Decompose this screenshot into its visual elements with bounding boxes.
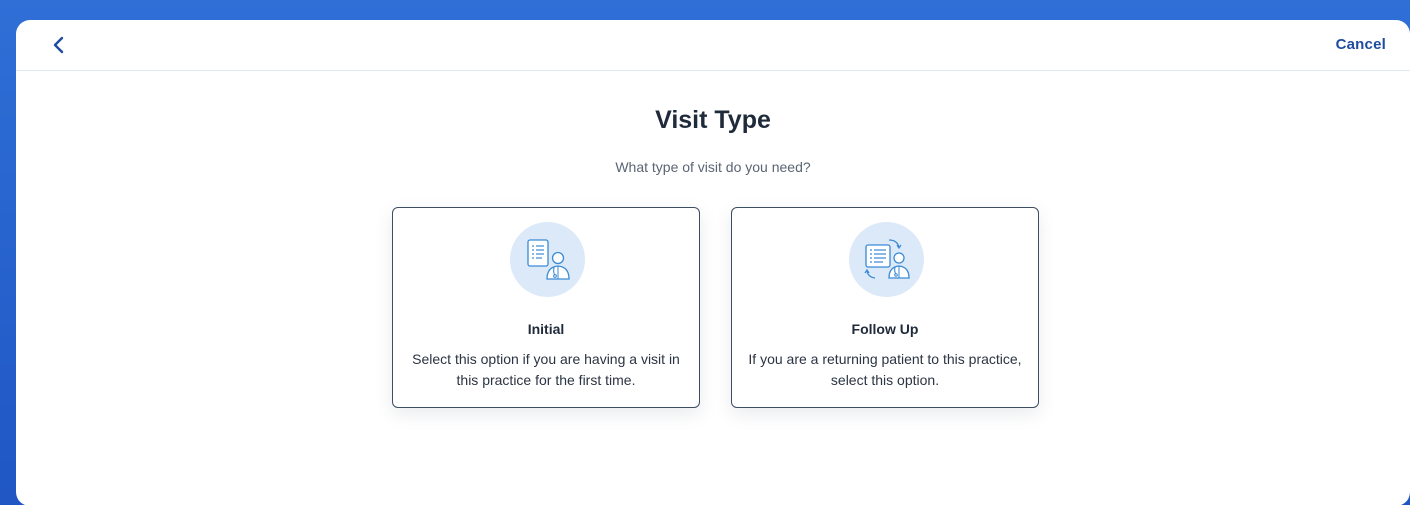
option-card-initial[interactable]: Initial Select this option if you are ha… [392,207,700,408]
bottom-strip [0,505,1410,516]
option-card-follow-up[interactable]: Follow Up If you are a returning patient… [731,207,1039,408]
option-description: Select this option if you are having a v… [412,351,680,388]
page-title: Visit Type [655,106,771,134]
option-description: If you are a returning patient to this p… [748,351,1022,388]
option-icon-circle [849,222,924,297]
option-title: Follow Up [851,321,919,337]
option-title: Initial [527,321,565,337]
visit-type-panel: Cancel Visit Type What type of visit do … [16,20,1410,506]
clipboard-doctor-icon [526,238,570,280]
chevron-left-icon [53,36,64,54]
document-refresh-doctor-icon [864,238,910,279]
back-button[interactable] [46,32,72,58]
option-icon-circle [510,222,585,297]
page-subtitle: What type of visit do you need? [615,159,811,175]
top-bar: Cancel [16,20,1410,71]
cancel-button[interactable]: Cancel [1336,36,1386,53]
